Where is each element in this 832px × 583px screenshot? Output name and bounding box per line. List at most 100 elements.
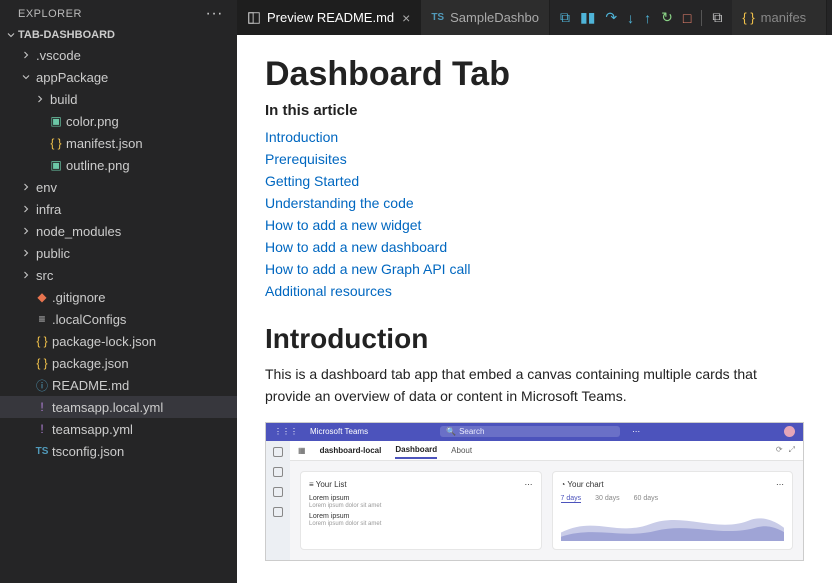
tab-preview-readme[interactable]: Preview README.md ×	[237, 0, 421, 35]
list-item-title: Lorem ipsum	[309, 495, 533, 502]
range-30d: 30 days	[595, 495, 620, 503]
rail-icon	[273, 487, 283, 497]
folder-infra[interactable]: infra	[0, 198, 237, 220]
chevron-right-icon	[18, 269, 34, 281]
file-package-lock[interactable]: { } package-lock.json	[0, 330, 237, 352]
folder-public[interactable]: public	[0, 242, 237, 264]
tree-label: .vscode	[36, 48, 81, 63]
image-icon: ▣	[48, 114, 64, 128]
teams-topbar: ⋮⋮⋮ Microsoft Teams 🔍 Search ⋯	[266, 423, 803, 441]
tree-label: .gitignore	[52, 290, 105, 305]
folder-vscode[interactable]: .vscode	[0, 44, 237, 66]
tree-label: color.png	[66, 114, 119, 129]
file-color-png[interactable]: ▣ color.png	[0, 110, 237, 132]
file-readme[interactable]: ⓘ README.md	[0, 374, 237, 396]
file-gitignore[interactable]: ◆ .gitignore	[0, 286, 237, 308]
teams-app-tabs: ▦ dashboard-local Dashboard About ⟳⤢	[290, 441, 803, 461]
folder-env[interactable]: env	[0, 176, 237, 198]
editor-area: Preview README.md × TS SampleDashbo ⧉ ▮▮…	[237, 0, 832, 583]
rail-icon	[273, 467, 283, 477]
folder-appPackage[interactable]: appPackage	[0, 66, 237, 88]
explorer-more-icon[interactable]: ···	[206, 9, 223, 19]
chevron-right-icon	[18, 247, 34, 259]
tab-about: About	[451, 446, 472, 455]
explorer-header: EXPLORER ···	[0, 0, 237, 26]
toc-link-understand[interactable]: Understanding the code	[265, 195, 414, 211]
editor-tabbar: Preview README.md × TS SampleDashbo ⧉ ▮▮…	[237, 0, 832, 35]
file-teamsapp-local-yml[interactable]: ! teamsapp.local.yml	[0, 396, 237, 418]
app-name: dashboard-local	[320, 446, 382, 455]
toc-link-prereq[interactable]: Prerequisites	[265, 151, 347, 167]
ts-icon: TS	[431, 12, 444, 23]
toc-link-getting[interactable]: Getting Started	[265, 173, 359, 189]
pause-icon[interactable]: ▮▮	[580, 9, 595, 26]
preview-h1: Dashboard Tab	[265, 55, 804, 94]
explorer-title: EXPLORER	[18, 8, 82, 20]
file-tree: .vscode appPackage build ▣ color.png { }…	[0, 44, 237, 583]
tab-dashboard: Dashboard	[395, 445, 437, 459]
json-icon: { }	[48, 136, 64, 150]
tab-manifest[interactable]: { } manifes	[732, 0, 827, 35]
rail-icon	[273, 447, 283, 457]
tree-label: outline.png	[66, 158, 130, 173]
tree-label: teamsapp.local.yml	[52, 400, 163, 415]
restart-icon[interactable]: ↻	[661, 9, 673, 26]
tree-label: manifest.json	[66, 136, 143, 151]
git-icon: ◆	[34, 290, 50, 304]
chevron-right-icon	[18, 225, 34, 237]
file-teamsapp-yml[interactable]: ! teamsapp.yml	[0, 418, 237, 440]
in-this-article: In this article	[265, 102, 804, 119]
file-localconfigs[interactable]: ≡ .localConfigs	[0, 308, 237, 330]
yaml-icon: !	[34, 400, 50, 414]
markdown-preview[interactable]: Dashboard Tab In this article Introducti…	[237, 35, 832, 583]
toc-link-graph[interactable]: How to add a new Graph API call	[265, 261, 470, 277]
toc-link-additional[interactable]: Additional resources	[265, 283, 392, 299]
tree-label: tsconfig.json	[52, 444, 124, 459]
file-icon: ≡	[34, 312, 50, 326]
intro-paragraph: This is a dashboard tab app that embed a…	[265, 363, 804, 408]
tab-label: SampleDashbo	[450, 10, 539, 25]
split-editor-icon[interactable]: ⧉	[712, 9, 722, 26]
range-7d: 7 days	[561, 495, 582, 503]
chevron-down-icon	[18, 71, 34, 83]
list-item-title: Lorem ipsum	[309, 513, 533, 520]
file-tsconfig[interactable]: TS tsconfig.json	[0, 440, 237, 462]
waffle-icon: ⋮⋮⋮	[274, 427, 298, 436]
folder-build[interactable]: build	[0, 88, 237, 110]
file-outline-png[interactable]: ▣ outline.png	[0, 154, 237, 176]
teams-brand: Microsoft Teams	[310, 427, 368, 436]
project-header[interactable]: TAB-DASHBOARD	[0, 26, 237, 44]
step-over-icon[interactable]: ↷	[605, 9, 617, 26]
preview-h2-introduction: Introduction	[265, 323, 804, 355]
folder-node-modules[interactable]: node_modules	[0, 220, 237, 242]
chevron-right-icon	[18, 181, 34, 193]
tree-label: package.json	[52, 356, 129, 371]
chevron-right-icon	[32, 93, 48, 105]
range-60d: 60 days	[634, 495, 659, 503]
card-your-chart: ◔ Your chart ⋯ 7 days 30 days 60 days	[552, 471, 794, 550]
expand-icon: ⤢	[789, 445, 795, 455]
file-manifest-json[interactable]: { } manifest.json	[0, 132, 237, 154]
step-out-icon[interactable]: ↑	[644, 10, 651, 26]
teams-search: 🔍 Search	[440, 426, 620, 437]
teams-rail	[266, 441, 290, 560]
toc-link-dashboard[interactable]: How to add a new dashboard	[265, 239, 447, 255]
run-layout-icon[interactable]: ⧉	[560, 9, 570, 26]
list-item-sub: Lorem ipsum dolor sit amet	[309, 521, 533, 527]
tree-label: package-lock.json	[52, 334, 156, 349]
toc-link-intro[interactable]: Introduction	[265, 129, 338, 145]
tab-label: Preview README.md	[267, 10, 394, 25]
chevron-right-icon	[18, 49, 34, 61]
stop-icon[interactable]: □	[683, 10, 691, 26]
editor-actions: ⧉ ▮▮ ↷ ↓ ↑ ↻ □ ⧉	[550, 0, 732, 35]
card-your-list: ≡ Your List ⋯ Lorem ipsum Lorem ipsum do…	[300, 471, 542, 550]
folder-src[interactable]: src	[0, 264, 237, 286]
tab-sample-dashboard[interactable]: TS SampleDashbo	[421, 0, 550, 35]
step-into-icon[interactable]: ↓	[627, 10, 634, 26]
file-package-json[interactable]: { } package.json	[0, 352, 237, 374]
close-icon[interactable]: ×	[402, 10, 410, 26]
list-icon: ≡	[309, 480, 316, 489]
list-item-sub: Lorem ipsum dolor sit amet	[309, 503, 533, 509]
toc-link-widget[interactable]: How to add a new widget	[265, 217, 421, 233]
tree-label: README.md	[52, 378, 129, 393]
